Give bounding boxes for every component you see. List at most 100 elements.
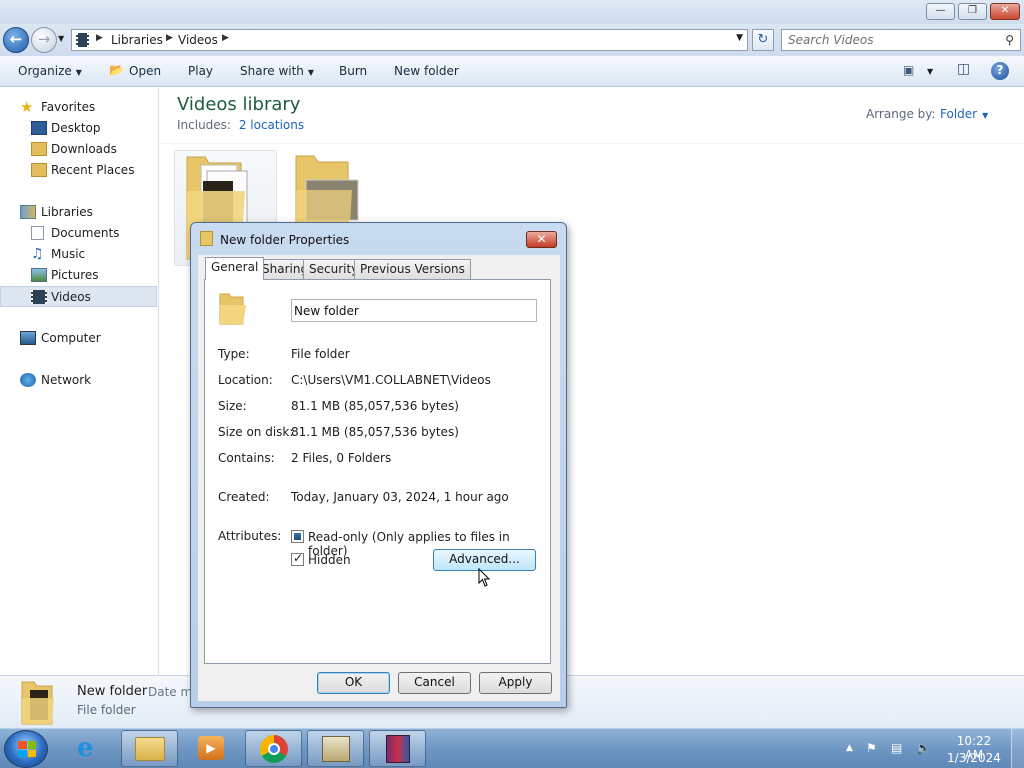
minimize-button[interactable]: — (926, 3, 955, 20)
folder-name-field[interactable] (291, 299, 537, 322)
hidden-label[interactable]: Hidden (308, 553, 351, 567)
restore-button[interactable]: ❐ (958, 3, 987, 20)
nav-downloads[interactable]: Downloads (0, 139, 157, 160)
organize-button[interactable]: Organize ▼ (18, 64, 82, 78)
hidden-checkbox[interactable]: ✓ (291, 551, 304, 566)
address-box[interactable]: ▶ Libraries ▶ Videos ▶ ▼ (71, 29, 748, 51)
nav-libraries[interactable]: Libraries (0, 202, 157, 223)
volume-muted-icon[interactable]: 🔈 (916, 741, 931, 755)
view-dropdown-icon[interactable]: ▼ (927, 67, 933, 76)
network-status-icon[interactable]: ▤ (891, 741, 902, 755)
media-player-icon: ▶ (198, 736, 224, 760)
window-titlebar: — ❐ ✕ (0, 0, 1024, 24)
action-center-icon[interactable]: ⚑ (866, 741, 877, 755)
search-box[interactable]: ⚲ (781, 29, 1021, 51)
breadcrumb-libraries[interactable]: Libraries (111, 33, 163, 47)
close-window-button[interactable]: ✕ (990, 3, 1020, 20)
folder-icon (21, 681, 54, 725)
video-editor-icon (322, 736, 350, 762)
nav-documents-label: Documents (51, 226, 120, 240)
share-with-button[interactable]: Share with ▼ (240, 64, 314, 78)
recent-pages-dropdown[interactable]: ▼ (58, 34, 64, 43)
dialog-close-button[interactable]: ✕ (526, 231, 557, 248)
nav-videos[interactable]: Videos (0, 286, 157, 307)
search-input[interactable] (788, 33, 988, 47)
folder-icon (200, 231, 213, 246)
nav-pictures[interactable]: Pictures (0, 265, 157, 286)
size-on-disk-value: 81.1 MB (85,057,536 bytes) (291, 425, 459, 439)
taskbar-media-player[interactable]: ▶ (183, 730, 240, 767)
chevron-right-icon[interactable]: ▶ (222, 33, 229, 43)
winrar-icon (386, 735, 410, 763)
nav-libraries-label: Libraries (41, 205, 93, 219)
divider (218, 334, 536, 335)
properties-dialog: New folder Properties ✕ General Sharing … (190, 222, 567, 708)
show-desktop-button[interactable] (1011, 729, 1024, 768)
downloads-folder-icon (31, 142, 47, 156)
arrange-by-value: Folder (940, 107, 978, 121)
nav-network[interactable]: Network (0, 370, 157, 391)
help-icon[interactable]: ? (991, 62, 1009, 80)
nav-desktop[interactable]: Desktop (0, 118, 157, 139)
chevron-down-icon: ▼ (982, 111, 989, 120)
chevron-right-icon[interactable]: ▶ (166, 33, 173, 43)
nav-documents[interactable]: Documents (0, 223, 157, 244)
taskbar-internet-explorer[interactable]: e (62, 730, 119, 767)
tab-general[interactable]: General (205, 257, 265, 280)
nav-music[interactable]: ♫ Music (0, 244, 157, 265)
forward-button[interactable]: → (31, 27, 57, 53)
breadcrumb-videos[interactable]: Videos (178, 33, 218, 47)
nav-music-label: Music (51, 247, 86, 261)
chevron-down-icon: ▼ (307, 68, 315, 77)
libraries-icon (20, 205, 36, 219)
apply-button[interactable]: Apply (479, 672, 552, 694)
taskbar-chrome[interactable] (245, 730, 302, 767)
taskbar-windows-explorer[interactable] (121, 730, 178, 767)
search-icon[interactable]: ⚲ (1005, 33, 1014, 47)
star-icon: ★ (20, 98, 34, 116)
chevron-right-icon[interactable]: ▶ (96, 33, 103, 43)
music-note-icon: ♫ (31, 246, 44, 262)
new-folder-button[interactable]: New folder (394, 64, 459, 78)
locations-link[interactable]: 2 locations (239, 118, 304, 132)
size-on-disk-label: Size on disk: (218, 425, 294, 439)
tab-previous-versions[interactable]: Previous Versions (354, 259, 471, 279)
address-dropdown-icon[interactable]: ▼ (736, 33, 743, 43)
header-divider (160, 143, 1024, 144)
nav-desktop-label: Desktop (51, 121, 101, 135)
back-button[interactable]: ← (3, 27, 29, 53)
general-tab-panel: Type: File folder Location: C:\Users\VM1… (204, 279, 551, 664)
preview-pane-icon[interactable]: ◫ (957, 61, 970, 77)
documents-icon (31, 226, 44, 240)
arrange-by-dropdown[interactable]: Folder ▼ (940, 107, 988, 121)
refresh-button[interactable]: ↻ (752, 29, 774, 51)
folder-icon (219, 293, 246, 325)
chevron-down-icon: ▼ (75, 68, 82, 77)
contains-value: 2 Files, 0 Folders (291, 451, 392, 465)
nav-downloads-label: Downloads (51, 142, 117, 156)
taskbar-winrar[interactable] (369, 730, 426, 767)
navigation-pane: ★ Favorites Desktop Downloads Recent Pla… (0, 88, 159, 675)
play-button[interactable]: Play (188, 64, 213, 78)
ok-button[interactable]: OK (317, 672, 390, 694)
clock-date[interactable]: 1/3/2024 (946, 751, 1002, 765)
divider (218, 476, 536, 477)
view-options-icon[interactable]: ▣ (903, 63, 914, 77)
folder-open-icon: 📂 (109, 63, 124, 77)
readonly-checkbox[interactable] (291, 530, 304, 543)
start-button[interactable] (4, 730, 48, 768)
show-hidden-icons-icon[interactable]: ▲ (846, 743, 853, 753)
open-button[interactable]: Open (129, 64, 161, 78)
cancel-button[interactable]: Cancel (398, 672, 471, 694)
recent-places-icon (31, 163, 47, 177)
nav-pictures-label: Pictures (51, 268, 99, 282)
checkmark-icon: ✓ (293, 551, 304, 565)
nav-favorites[interactable]: ★ Favorites (0, 97, 157, 118)
library-title: Videos library (177, 94, 301, 115)
taskbar-video-editor[interactable] (307, 730, 364, 767)
film-strip-icon (76, 33, 89, 47)
nav-recent-places[interactable]: Recent Places (0, 160, 157, 181)
burn-button[interactable]: Burn (339, 64, 367, 78)
film-strip-icon (31, 290, 47, 304)
nav-computer[interactable]: Computer (0, 328, 157, 349)
